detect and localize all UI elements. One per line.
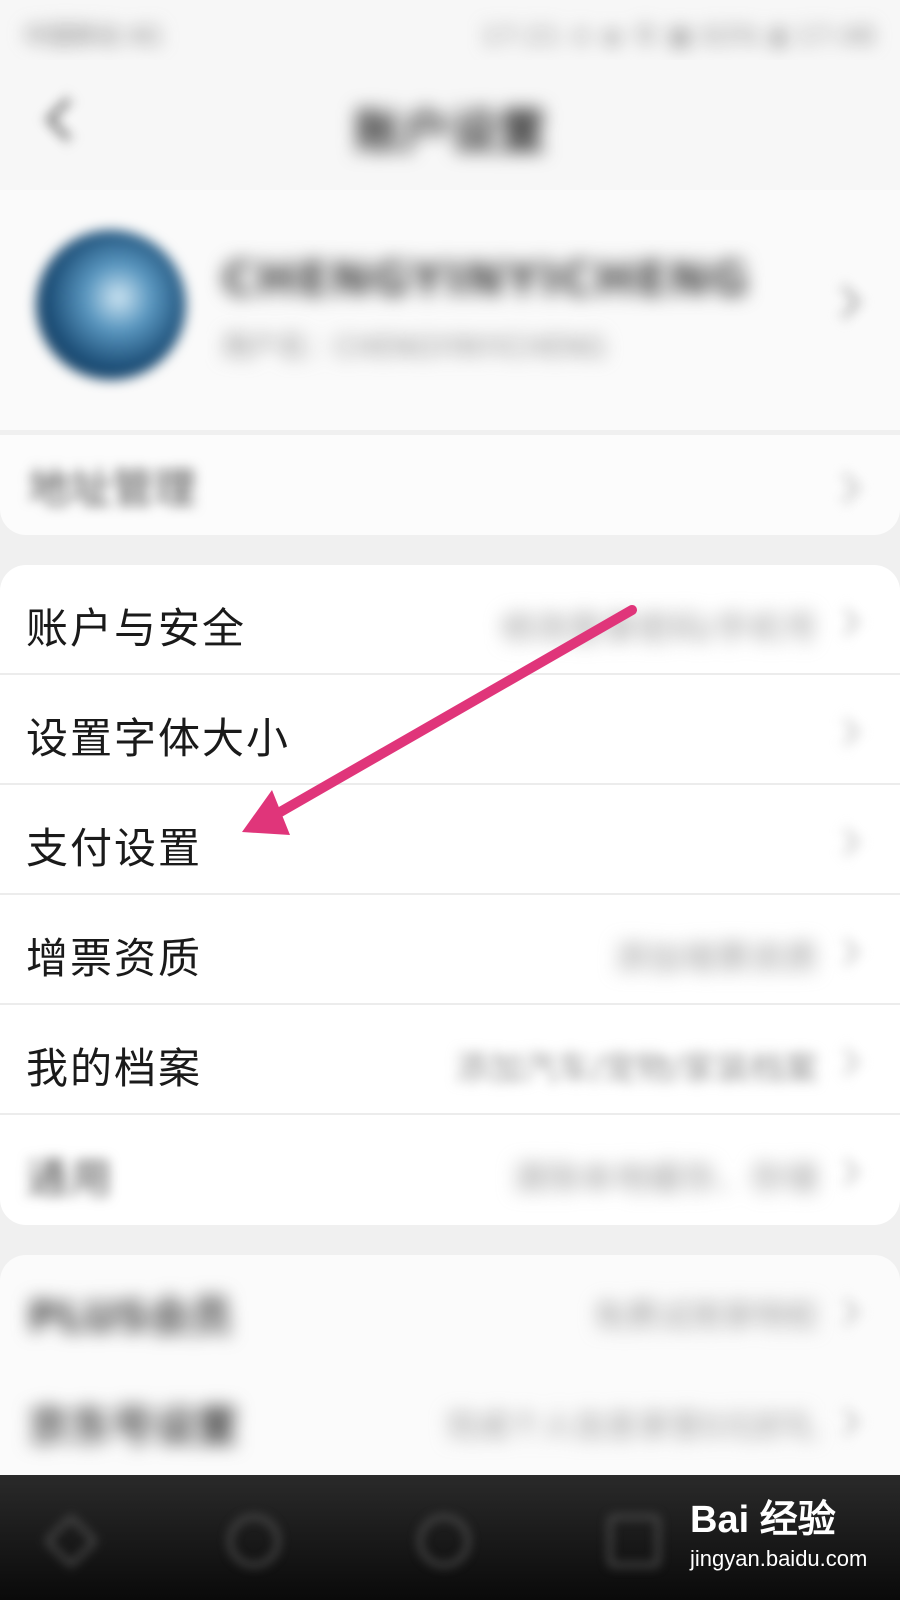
chevron-right-icon [829,472,861,504]
row-value: 完成个人信息享受0元好礼 [445,1407,818,1445]
chevron-right-icon [831,1047,861,1077]
profile-card[interactable]: CHENGYINYICHENG 用户名：CHENGYINYICHENG [0,190,900,430]
recent-apps-icon[interactable] [608,1515,660,1567]
list-item-vat-invoice[interactable]: 增票资质 添加增票资质 [0,895,900,1005]
status-bar: 中国移动 4G 17:21 ⊙ ◈ 令 ▦ 63% ▮ 17:48 [0,0,900,60]
address-label: 地址管理 [28,464,197,513]
avatar[interactable] [36,230,186,380]
lower-settings-list: PLUS会员 免费试用享特权 京东号设置 完成个人信息享受0元好礼 [0,1255,900,1480]
baidu-jingyan-watermark: Bai 经验 jingyan.baidu.com [690,1488,890,1588]
chevron-right-icon [827,285,861,319]
list-item-payment-settings[interactable]: 支付设置 [0,785,900,895]
list-item-font-size[interactable]: 设置字体大小 [0,675,900,785]
row-value: 清除本地缓存、存储 [512,1159,818,1199]
list-item-my-profile-archive[interactable]: 我的档案 添加汽车/宠物/家装档案 [0,1005,900,1115]
status-icons: 17:21 ⊙ ◈ 令 ▦ 63% ▮ 17:48 [482,22,876,50]
back-nav-icon[interactable] [44,1514,98,1568]
chevron-right-icon [831,937,861,967]
list-item-account-security[interactable]: 账户与安全 修改登录密码/手机号 [0,565,900,675]
profile-name: CHENGYINYICHENG [222,252,751,306]
chevron-right-icon [831,1297,861,1327]
chevron-right-icon [831,1407,861,1437]
chevron-right-icon [831,827,861,857]
row-label: 增票资质 [26,934,203,983]
row-value: 修改登录密码/手机号 [500,609,818,649]
row-value: 添加汽车/宠物/家装档案 [455,1049,818,1089]
row-value: 添加增票资质 [614,939,818,979]
nav-bar: 账户设置 [0,60,900,190]
circle-nav-icon[interactable] [418,1515,470,1567]
settings-list: 账户与安全 修改登录密码/手机号 设置字体大小 支付设置 增票资质 添加增票资质… [0,565,900,1225]
chevron-right-icon [831,717,861,747]
list-item-jd-account-settings[interactable]: 京东号设置 完成个人信息享受0元好礼 [0,1365,900,1475]
row-value: 免费试用享特权 [593,1297,818,1335]
row-label: 支付设置 [26,824,203,873]
page-title: 账户设置 [353,104,546,160]
row-label: 账户与安全 [26,604,247,653]
chevron-right-icon [831,1157,861,1187]
row-label: 我的档案 [26,1044,203,1093]
row-label: PLUS会员 [28,1292,233,1341]
row-label: 通用 [26,1154,115,1203]
address-management-row[interactable]: 地址管理 [0,435,900,535]
watermark-brand: Bai 经验 [690,1499,836,1541]
row-label: 京东号设置 [28,1402,239,1451]
row-label: 设置字体大小 [26,714,291,763]
chevron-right-icon [831,607,861,637]
list-item-plus-membership[interactable]: PLUS会员 免费试用享特权 [0,1255,900,1365]
list-item-general[interactable]: 通用 清除本地缓存、存储 [0,1115,900,1225]
home-nav-icon[interactable] [228,1515,280,1567]
watermark-url: jingyan.baidu.com [690,1546,868,1571]
carrier-text: 中国移动 4G [24,22,162,50]
profile-username: 用户名：CHENGYINYICHENG [222,330,607,363]
